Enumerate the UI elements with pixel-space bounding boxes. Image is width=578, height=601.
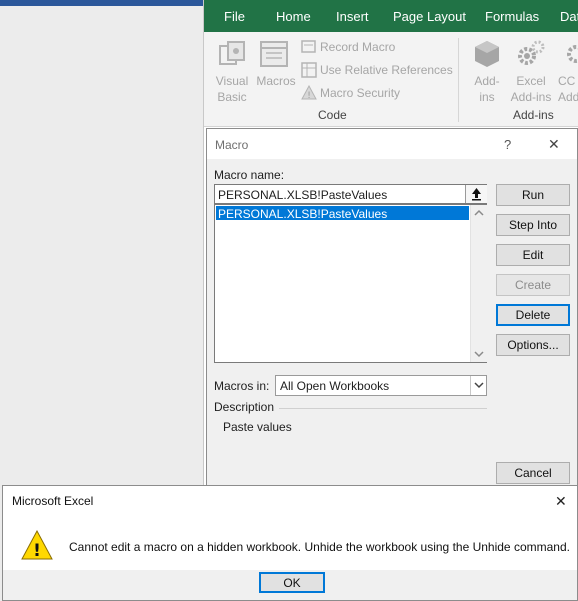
visual-basic-label-line2: Basic <box>217 90 247 104</box>
list-item-label: PERSONAL.XLSB!PasteValues <box>218 207 388 221</box>
macro-dialog-titlebar[interactable]: Macro ? ✕ <box>207 129 577 159</box>
macros-icon[interactable] <box>258 38 290 70</box>
message-text: Cannot edit a macro on a hidden workbook… <box>69 540 570 554</box>
create-button[interactable]: Create <box>496 274 570 296</box>
message-box-titlebar[interactable]: Microsoft Excel ✕ <box>3 486 577 516</box>
list-item-selected[interactable]: PERSONAL.XLSB!PasteValues <box>216 206 469 221</box>
macro-name-value: PERSONAL.XLSB!PasteValues <box>218 188 388 202</box>
close-icon[interactable]: ✕ <box>555 493 567 510</box>
svg-text:!: ! <box>307 91 311 101</box>
add-ins-icon[interactable] <box>471 38 503 70</box>
run-button-label: Run <box>521 188 544 202</box>
dropdown-toggle[interactable] <box>470 376 487 395</box>
ribbon-group-separator <box>458 38 459 122</box>
code-group-label: Code <box>318 108 347 122</box>
add-ins-label-line1: Add- <box>474 74 500 88</box>
options-button-label: Options... <box>507 338 559 352</box>
macro-security-button[interactable]: Macro Security <box>320 86 400 100</box>
description-divider <box>279 408 487 409</box>
chevron-down-icon <box>474 382 484 389</box>
edit-button-label: Edit <box>522 248 544 262</box>
macros-in-label: Macros in: <box>214 379 270 393</box>
record-macro-button[interactable]: Record Macro <box>320 40 395 54</box>
cancel-button-label: Cancel <box>514 466 552 480</box>
add-ins-label-line2: ins <box>479 90 495 104</box>
visual-basic-label[interactable]: Visual Basic <box>212 73 252 105</box>
tab-home[interactable]: Home <box>276 9 311 24</box>
window-accent-bar <box>0 0 204 6</box>
com-add-ins-gear-icon[interactable] <box>560 38 578 70</box>
message-box-content: ! Cannot edit a macro on a hidden workbo… <box>3 516 577 570</box>
record-macro-icon <box>301 40 316 53</box>
tab-data[interactable]: Dat <box>560 9 578 24</box>
com-add-ins-label[interactable]: CC Add <box>558 73 578 105</box>
macros-in-value: All Open Workbooks <box>280 379 390 393</box>
run-button[interactable]: Run <box>496 184 570 206</box>
scroll-down-icon[interactable] <box>474 350 484 358</box>
warning-icon: ! <box>301 85 317 101</box>
description-text: Paste values <box>223 420 292 434</box>
com-add-ins-label-line1: CC <box>558 74 576 88</box>
tab-page-layout[interactable]: Page Layout <box>393 9 466 24</box>
macro-dialog-title: Macro <box>215 138 249 152</box>
visual-basic-label-line1: Visual <box>215 74 249 88</box>
excel-add-ins-label-line2: Add-ins <box>510 90 552 104</box>
description-label: Description <box>214 400 275 414</box>
warning-icon: ! <box>21 530 53 560</box>
step-into-button-label: Step Into <box>508 218 558 232</box>
ribbon-tab-bar: File Home Insert Page Layout Formulas Da… <box>204 0 578 32</box>
use-relative-references-button[interactable]: Use Relative References <box>320 63 453 77</box>
macros-in-dropdown[interactable]: All Open Workbooks <box>275 375 487 396</box>
macro-name-input[interactable]: PERSONAL.XLSB!PasteValues <box>214 184 487 204</box>
delete-button[interactable]: Delete <box>496 304 570 326</box>
add-ins-group-label: Add-ins <box>513 108 554 122</box>
tab-file[interactable]: File <box>224 9 245 24</box>
options-button[interactable]: Options... <box>496 334 570 356</box>
excel-add-ins-gear-icon[interactable] <box>515 38 547 70</box>
add-ins-label[interactable]: Add- ins <box>467 73 507 105</box>
step-into-button[interactable]: Step Into <box>496 214 570 236</box>
macros-label[interactable]: Macros <box>254 73 298 89</box>
list-scrollbar[interactable] <box>470 205 487 362</box>
macro-name-label: Macro name: <box>214 168 285 182</box>
edit-button[interactable]: Edit <box>496 244 570 266</box>
tab-insert[interactable]: Insert <box>336 9 369 24</box>
ok-button[interactable]: OK <box>259 572 325 593</box>
scroll-up-icon[interactable] <box>474 209 484 217</box>
warning-glyph: ! <box>33 541 41 560</box>
tab-formulas[interactable]: Formulas <box>485 9 539 24</box>
use-relative-references-icon <box>301 62 317 78</box>
close-icon[interactable]: ✕ <box>548 136 560 153</box>
ok-button-label: OK <box>283 576 301 590</box>
collapse-dialog-button[interactable] <box>465 185 487 203</box>
com-add-ins-label-line2: Add <box>558 90 578 104</box>
delete-button-label: Delete <box>515 308 551 322</box>
arrow-up-icon <box>472 188 481 201</box>
message-box-title: Microsoft Excel <box>12 494 94 508</box>
macro-list[interactable]: PERSONAL.XLSB!PasteValues <box>214 204 487 363</box>
create-button-label: Create <box>514 278 552 292</box>
excel-add-ins-label[interactable]: Excel Add-ins <box>508 73 554 105</box>
cancel-button[interactable]: Cancel <box>496 462 570 484</box>
visual-basic-icon[interactable] <box>216 38 248 70</box>
excel-add-ins-label-line1: Excel <box>516 74 546 88</box>
message-box: Microsoft Excel ✕ ! Cannot edit a macro … <box>2 485 578 601</box>
help-button[interactable]: ? <box>504 137 511 152</box>
